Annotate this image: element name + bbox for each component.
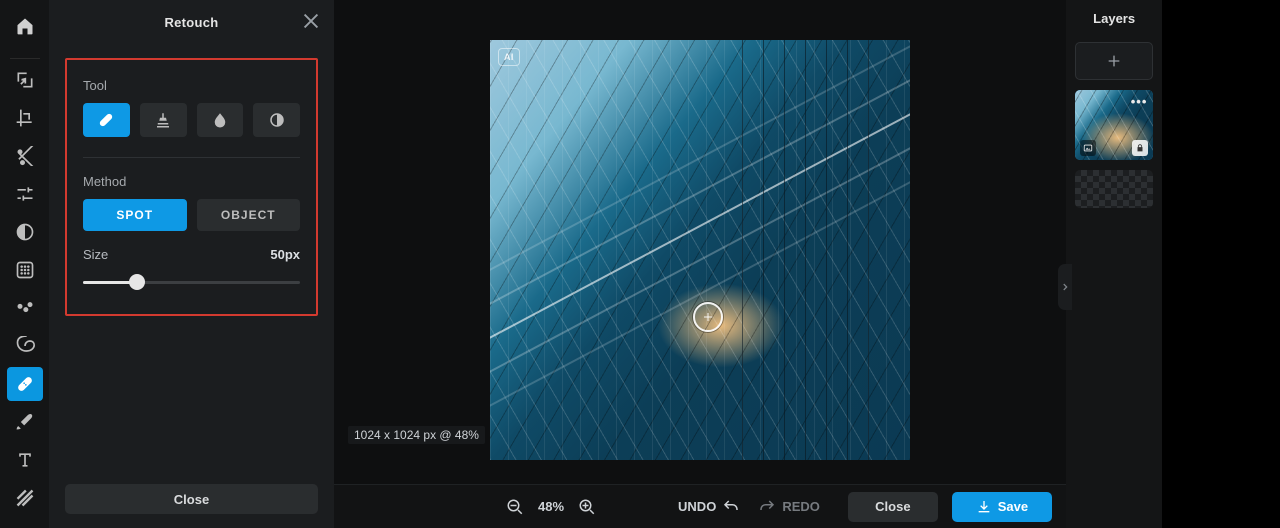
retouch-tool-row bbox=[83, 103, 300, 137]
chevron-right-icon bbox=[1060, 282, 1070, 292]
status-dimensions: 1024 x 1024 px @ 48% bbox=[348, 426, 485, 444]
tool-draw[interactable] bbox=[7, 405, 43, 439]
bandage-icon bbox=[97, 111, 115, 129]
layer-thumbnail-1[interactable]: ••• bbox=[1075, 90, 1154, 160]
zoom-out-icon bbox=[506, 498, 524, 516]
layer-lock-button[interactable] bbox=[1132, 140, 1148, 156]
half-circle-icon bbox=[268, 111, 286, 129]
droplet-icon bbox=[211, 111, 229, 129]
panel-header: Retouch bbox=[49, 0, 334, 44]
layer-background[interactable] bbox=[1075, 170, 1154, 208]
layers-title: Layers bbox=[1066, 0, 1163, 36]
close-button[interactable]: Close bbox=[848, 492, 938, 522]
liquify-icon bbox=[15, 298, 35, 318]
plus-icon bbox=[1106, 53, 1122, 69]
left-toolstrip bbox=[0, 0, 49, 528]
panel-close-button[interactable] bbox=[300, 10, 322, 32]
tool-liquify[interactable] bbox=[7, 291, 43, 325]
zoom-in-icon bbox=[578, 498, 596, 516]
tool-resize[interactable] bbox=[7, 63, 43, 97]
size-slider[interactable] bbox=[83, 274, 300, 290]
undo-icon bbox=[722, 498, 740, 516]
zoom-out-button[interactable] bbox=[502, 494, 528, 520]
layers-panel: Layers ••• bbox=[1066, 0, 1163, 528]
toolstrip-separator bbox=[10, 58, 40, 59]
layer-type-icon bbox=[1080, 140, 1096, 156]
tool-text[interactable] bbox=[7, 443, 43, 477]
layers-collapse-button[interactable] bbox=[1058, 264, 1072, 310]
canvas-area: AI 1024 x 1024 px @ 48% 48% bbox=[334, 0, 1066, 528]
canvas-image[interactable]: AI bbox=[490, 40, 910, 460]
home-icon bbox=[15, 16, 35, 36]
tool-adjust[interactable] bbox=[7, 177, 43, 211]
tool-effect[interactable] bbox=[7, 253, 43, 287]
add-layer-button[interactable] bbox=[1075, 42, 1154, 80]
tool-blur[interactable] bbox=[197, 103, 244, 137]
layer-menu-button[interactable]: ••• bbox=[1131, 94, 1148, 109]
save-label: Save bbox=[998, 499, 1028, 514]
panel-title: Retouch bbox=[164, 15, 218, 30]
lock-icon bbox=[1135, 143, 1145, 153]
tool-label: Tool bbox=[83, 78, 300, 93]
contrast-icon bbox=[15, 222, 35, 242]
zoom-level[interactable]: 48% bbox=[538, 499, 564, 514]
size-label: Size bbox=[83, 247, 108, 262]
tool-crop[interactable] bbox=[7, 101, 43, 135]
close-icon bbox=[300, 10, 322, 32]
panel-close-footer-button[interactable]: Close bbox=[65, 484, 318, 514]
redo-icon bbox=[758, 498, 776, 516]
retouch-panel: Retouch Tool Method SPOT OBJECT bbox=[49, 0, 334, 528]
size-value: 50px bbox=[270, 247, 300, 262]
size-header: Size 50px bbox=[83, 247, 300, 262]
tool-elements[interactable] bbox=[7, 481, 43, 515]
tool-dodge-burn[interactable] bbox=[253, 103, 300, 137]
canvas-stage[interactable]: AI 1024 x 1024 px @ 48% bbox=[334, 0, 1066, 484]
method-label: Method bbox=[83, 174, 300, 189]
ai-badge: AI bbox=[498, 48, 520, 66]
method-spot[interactable]: SPOT bbox=[83, 199, 187, 231]
redo-label: REDO bbox=[782, 499, 820, 514]
grid-dots-icon bbox=[15, 260, 35, 280]
method-segmented: SPOT OBJECT bbox=[83, 199, 300, 231]
stamp-icon bbox=[154, 111, 172, 129]
save-button[interactable]: Save bbox=[952, 492, 1052, 522]
bottom-bar: 48% UNDO REDO Close Save bbox=[334, 484, 1066, 528]
tool-retouch[interactable] bbox=[7, 367, 43, 401]
tool-heal[interactable] bbox=[83, 103, 130, 137]
zoom-controls: 48% bbox=[502, 494, 600, 520]
tool-filter[interactable] bbox=[7, 215, 43, 249]
divider bbox=[83, 157, 300, 158]
history-controls: UNDO REDO bbox=[678, 498, 820, 516]
home-button[interactable] bbox=[0, 6, 49, 46]
tool-cutout[interactable] bbox=[7, 139, 43, 173]
scissors-icon bbox=[15, 146, 35, 166]
method-object[interactable]: OBJECT bbox=[197, 199, 301, 231]
retouch-settings-group: Tool Method SPOT OBJECT Size 50px bbox=[65, 58, 318, 316]
download-icon bbox=[976, 499, 992, 515]
text-icon bbox=[15, 450, 35, 470]
image-icon bbox=[1083, 143, 1093, 153]
empty-right-area bbox=[1162, 0, 1280, 528]
redo-button[interactable]: REDO bbox=[758, 498, 820, 516]
brush-cursor-icon bbox=[693, 302, 723, 332]
bandage-icon bbox=[15, 374, 35, 394]
brush-icon bbox=[15, 412, 35, 432]
undo-button[interactable]: UNDO bbox=[678, 498, 740, 516]
zoom-in-button[interactable] bbox=[574, 494, 600, 520]
crop-icon bbox=[15, 108, 35, 128]
tool-clone[interactable] bbox=[140, 103, 187, 137]
sliders-icon bbox=[15, 184, 35, 204]
spiral-icon bbox=[15, 336, 35, 356]
undo-label: UNDO bbox=[678, 499, 716, 514]
slider-thumb[interactable] bbox=[129, 274, 145, 290]
hatch-icon bbox=[15, 488, 35, 508]
tool-spiral[interactable] bbox=[7, 329, 43, 363]
resize-icon bbox=[15, 70, 35, 90]
